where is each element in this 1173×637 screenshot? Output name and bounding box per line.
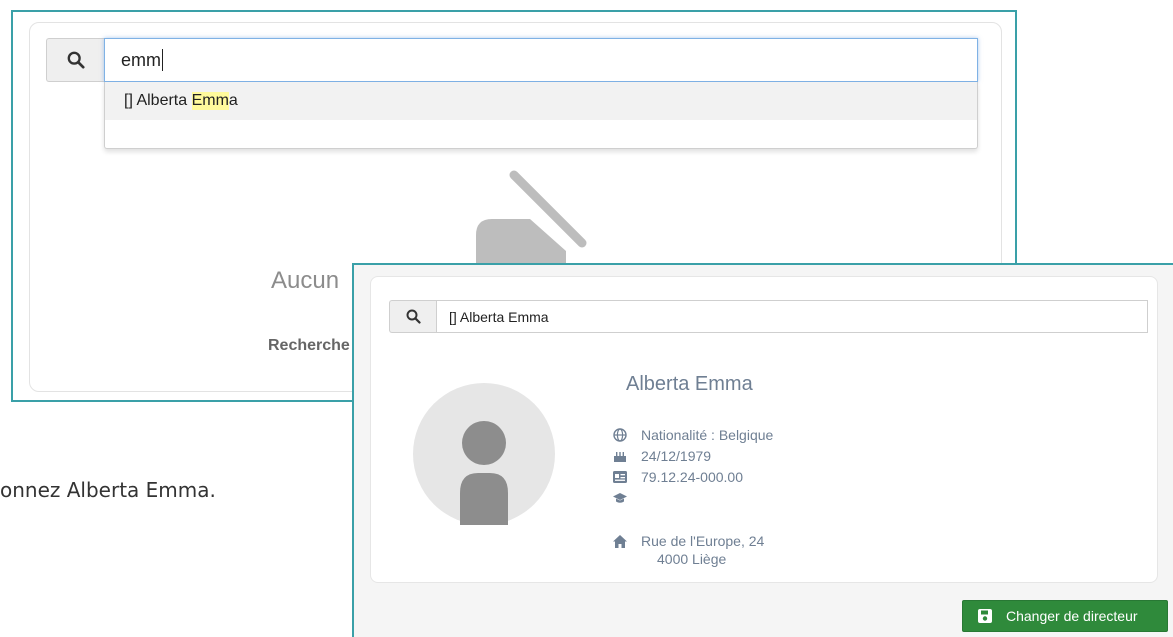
- text-caret: [162, 49, 163, 71]
- result-panel-screenshot: [] Alberta Emma Alberta Emma Nationalité…: [352, 263, 1173, 637]
- birth-date-row: 24/12/1979: [613, 446, 711, 466]
- nationality-text: Nationalité : Belgique: [641, 427, 774, 443]
- graduation-cap-icon: [613, 491, 627, 505]
- person-name: Alberta Emma: [626, 373, 753, 395]
- search-icon: [67, 51, 85, 69]
- selected-person-input[interactable]: [] Alberta Emma: [436, 300, 1148, 333]
- birthday-cake-icon: [613, 449, 627, 463]
- person-card: [] Alberta Emma Alberta Emma Nationalité…: [370, 276, 1158, 583]
- search-input[interactable]: emm: [104, 38, 978, 82]
- autocomplete-dropdown: [] Alberta Emm a: [104, 82, 978, 149]
- search-button[interactable]: [389, 300, 436, 333]
- suggestion-prefix: [] Alberta: [124, 92, 192, 109]
- address-line1-text: Rue de l'Europe, 24: [641, 533, 765, 549]
- empty-state-subtitle: Recherche: [268, 337, 350, 354]
- education-row: [613, 488, 641, 508]
- change-director-label: Changer de directeur: [1006, 608, 1138, 624]
- suggestion-item[interactable]: [] Alberta Emm a: [105, 82, 977, 120]
- instruction-caption: onnez Alberta Emma.: [0, 478, 216, 502]
- national-number-row: 79.12.24-000.00: [613, 467, 743, 487]
- home-icon: [613, 534, 627, 548]
- change-director-button[interactable]: Changer de directeur: [962, 600, 1168, 632]
- address-row: Rue de l'Europe, 24: [613, 531, 764, 551]
- globe-icon: [613, 428, 627, 442]
- suggestion-suffix: a: [228, 92, 238, 109]
- birth-date-text: 24/12/1979: [641, 448, 712, 464]
- user-slash-icon: [476, 170, 587, 263]
- address-line2-text: 4000 Liège: [657, 551, 727, 567]
- selected-person-value: [] Alberta Emma: [449, 308, 549, 325]
- national-number-text: 79.12.24-000.00: [641, 469, 743, 485]
- search-icon: [406, 309, 421, 324]
- avatar: [413, 383, 555, 525]
- empty-state-title: Aucun: [271, 267, 340, 294]
- search-button[interactable]: [46, 38, 104, 82]
- save-icon: [978, 609, 992, 623]
- suggestion-match-highlight: Emm: [191, 92, 229, 110]
- nationality-row: Nationalité : Belgique: [613, 425, 773, 445]
- search-query: emm: [121, 49, 161, 70]
- id-card-icon: [613, 470, 627, 484]
